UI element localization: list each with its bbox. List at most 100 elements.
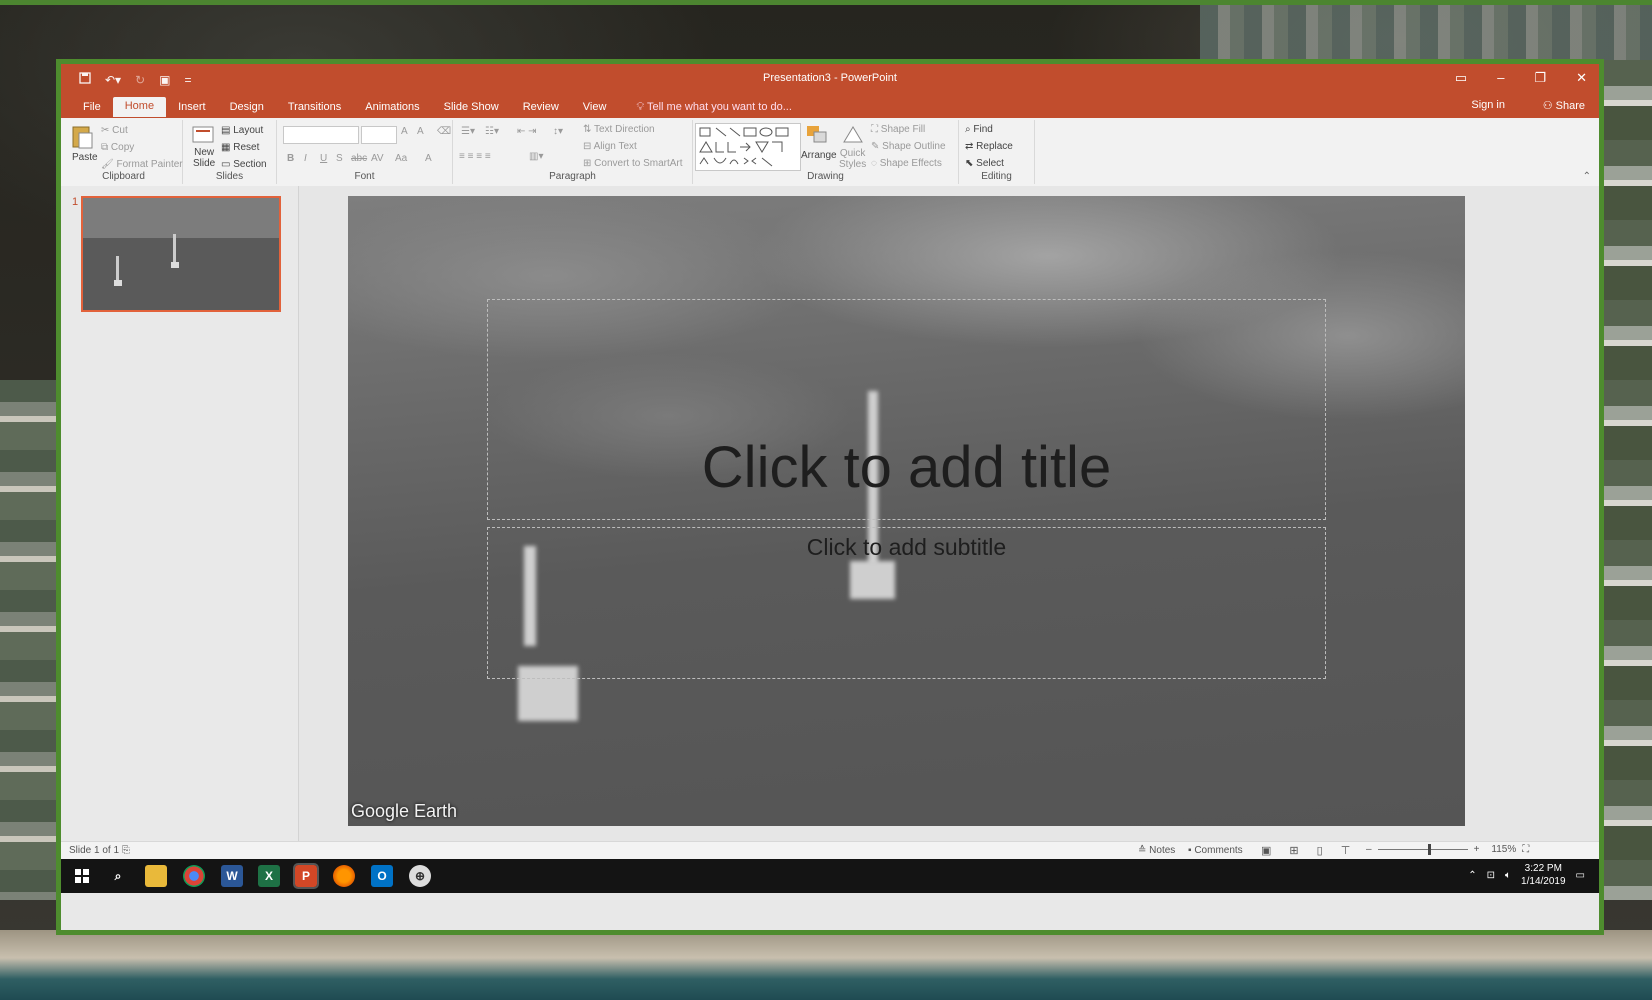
search-icon[interactable]: ⌕ <box>107 865 129 887</box>
file-explorer-icon[interactable] <box>145 865 167 887</box>
zoom-slider-thumb[interactable] <box>1427 844 1431 855</box>
outlook-icon[interactable]: O <box>371 865 393 887</box>
slideshow-view-icon[interactable]: ⊤ <box>1341 844 1351 857</box>
grow-font-button[interactable]: A <box>401 126 408 137</box>
slide-sorter-icon[interactable]: ⊞ <box>1289 844 1298 857</box>
zoom-in-icon[interactable]: + <box>1474 844 1480 855</box>
columns-icon[interactable]: ▥▾ <box>529 151 543 162</box>
numbering-icon[interactable]: ☷▾ <box>485 126 499 137</box>
format-painter-button[interactable]: 🖌︎ Format Painter <box>101 159 183 170</box>
clock-time: 3:22 PM <box>1524 863 1562 874</box>
tab-home[interactable]: Home <box>112 97 167 117</box>
tab-slide-show[interactable]: Slide Show <box>432 98 511 117</box>
clock[interactable]: 3:22 PM 1/14/2019 <box>1521 862 1566 888</box>
quick-styles-button[interactable]: Quick Styles <box>839 148 866 170</box>
tab-insert[interactable]: Insert <box>166 98 218 117</box>
reset-button[interactable]: ▦ Reset <box>221 142 259 153</box>
subtitle-placeholder[interactable]: Click to add subtitle <box>487 527 1326 679</box>
share-label: Share <box>1555 100 1585 112</box>
drawing-group-label: Drawing <box>807 171 844 182</box>
notification-icon[interactable]: ▭ <box>1576 870 1585 881</box>
excel-icon[interactable]: X <box>258 865 280 887</box>
bold-button[interactable]: B <box>287 153 294 164</box>
zoom-out-icon[interactable]: – <box>1366 844 1372 855</box>
layout-button[interactable]: ▤ Layout <box>221 125 263 136</box>
tab-file[interactable]: File <box>71 98 113 117</box>
tab-animations[interactable]: Animations <box>353 98 431 117</box>
quick-styles-icon[interactable] <box>841 124 865 150</box>
replace-label: Replace <box>976 141 1013 152</box>
clear-formatting-icon[interactable]: ⌫ <box>437 126 451 137</box>
replace-button[interactable]: ⇄ Replace <box>965 141 1013 152</box>
firefox-icon[interactable] <box>333 865 355 887</box>
background-shore-right <box>1600 60 1652 900</box>
shape-fill-button[interactable]: ⛶ Shape Fill <box>871 124 925 135</box>
sign-in-link[interactable]: Sign in <box>1471 99 1505 111</box>
copy-button[interactable]: ⧉ Copy <box>101 142 134 153</box>
title-placeholder[interactable]: Click to add title <box>487 299 1326 520</box>
editing-group-label: Editing <box>981 171 1012 182</box>
windows-start-icon[interactable] <box>71 865 93 887</box>
word-icon[interactable]: W <box>221 865 243 887</box>
reading-view-icon[interactable]: ▯ <box>1317 844 1323 857</box>
minimize-icon[interactable]: – <box>1497 70 1504 86</box>
comments-button[interactable]: ▪ Comments <box>1188 845 1243 856</box>
zoom-slider[interactable] <box>1377 844 1468 855</box>
align-text-button[interactable]: ⊟ Align Text <box>583 141 637 152</box>
arrange-icon[interactable] <box>805 124 829 150</box>
fit-slide-icon[interactable]: ⛶ <box>1522 844 1529 855</box>
character-spacing-button[interactable]: AV <box>371 153 384 164</box>
cursor-icon: ⬉ <box>965 158 977 169</box>
text-shadow-button[interactable]: S <box>336 153 343 164</box>
font-size-input[interactable] <box>361 126 397 144</box>
italic-button[interactable]: I <box>304 153 307 164</box>
font-color-button[interactable]: A <box>425 153 432 164</box>
section-button[interactable]: ▭ Section <box>221 159 267 170</box>
select-button[interactable]: ⬉ Select <box>965 158 1004 169</box>
paste-icon[interactable] <box>71 124 95 150</box>
tab-view[interactable]: View <box>571 98 619 117</box>
slide-count-text: Slide 1 of 1 <box>69 845 120 856</box>
change-case-button[interactable]: Aa <box>395 153 407 164</box>
align-icons[interactable]: ≡ ≡ ≡ ≡ <box>459 151 491 162</box>
google-earth-icon[interactable]: ⊕ <box>409 865 431 887</box>
ribbon-display-options-icon[interactable]: ▭ <box>1455 70 1467 86</box>
chrome-icon[interactable] <box>183 865 205 887</box>
font-name-input[interactable] <box>283 126 359 144</box>
underline-button[interactable]: U <box>320 153 327 164</box>
indent-icons[interactable]: ⇤ ⇥ <box>517 126 537 137</box>
shrink-font-button[interactable]: A <box>417 126 424 137</box>
close-icon[interactable]: ✕ <box>1576 70 1587 86</box>
tab-review[interactable]: Review <box>511 98 571 117</box>
shape-effects-button[interactable]: ◌ Shape Effects <box>871 158 942 169</box>
convert-smartart-button[interactable]: ⊞ Convert to SmartArt <box>583 158 683 169</box>
cut-button[interactable]: ✂ Cut <box>101 125 128 136</box>
line-spacing-icon[interactable]: ↕▾ <box>553 126 563 137</box>
tab-transitions[interactable]: Transitions <box>276 98 353 117</box>
volume-icon[interactable]: 🔈︎ <box>1505 870 1511 881</box>
arrange-button[interactable]: Arrange <box>801 150 837 161</box>
bullets-icon[interactable]: ☰▾ <box>461 126 475 137</box>
accessibility-icon[interactable]: ⎘ <box>122 845 130 856</box>
collapse-ribbon-icon[interactable]: ⌃ <box>1583 171 1591 182</box>
new-slide-button[interactable]: New Slide <box>193 147 215 169</box>
normal-view-icon[interactable]: ▣ <box>1261 844 1271 857</box>
notes-button[interactable]: ≙ Notes <box>1138 845 1175 856</box>
tell-me-box[interactable]: 💡︎ Tell me what you want to do... <box>630 98 797 117</box>
restore-icon[interactable]: ❐ <box>1534 70 1546 86</box>
slide-thumbnail[interactable] <box>81 196 281 312</box>
shape-outline-button[interactable]: ✎ Shape Outline <box>871 141 946 152</box>
strikethrough-button[interactable]: abc <box>351 153 367 164</box>
shapes-gallery[interactable] <box>695 123 801 171</box>
text-direction-button[interactable]: ⇅ Text Direction <box>583 124 655 135</box>
paste-button[interactable]: Paste <box>72 152 98 163</box>
tab-design[interactable]: Design <box>218 98 276 117</box>
find-button[interactable]: ⌕ Find <box>965 124 993 135</box>
chevron-up-icon[interactable]: ⌃ <box>1468 870 1476 881</box>
slide-canvas[interactable]: Click to add title Click to add subtitle… <box>348 196 1465 826</box>
zoom-control: – + 115% ⛶ <box>1366 844 1529 855</box>
powerpoint-icon[interactable]: P <box>293 863 319 889</box>
share-button[interactable]: ⚇ Share <box>1543 99 1585 112</box>
network-icon[interactable]: ⊡ <box>1487 870 1495 881</box>
zoom-percent[interactable]: 115% <box>1491 844 1516 855</box>
